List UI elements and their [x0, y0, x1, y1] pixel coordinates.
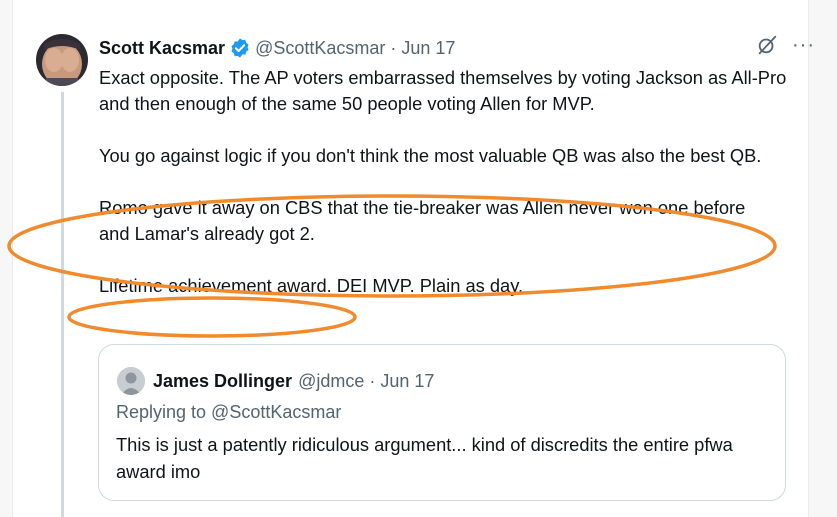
tweet-date[interactable]: Jun 17: [401, 38, 455, 59]
thread-line: [61, 92, 64, 517]
more-icon[interactable]: ···: [792, 35, 815, 55]
separator-dot: ·: [390, 37, 397, 58]
tweet-actions: ···: [756, 34, 815, 56]
quoted-date[interactable]: Jun 17: [380, 371, 434, 392]
author-name[interactable]: Scott Kacsmar: [99, 38, 225, 59]
tweet-paragraph-2: You go against logic if you don't think …: [99, 145, 762, 166]
quoted-avatar[interactable]: [117, 367, 145, 395]
tweet-body: Exact opposite. The AP voters embarrasse…: [99, 65, 789, 299]
quoted-handle[interactable]: @jdmce: [298, 371, 364, 392]
verified-badge-icon: [231, 38, 249, 58]
tweet-header: Scott Kacsmar @ScottKacsmar · Jun 17: [99, 36, 455, 60]
quoted-tweet[interactable]: James Dollinger @jdmce · Jun 17 Replying…: [98, 344, 786, 501]
avatar[interactable]: [36, 34, 88, 86]
replying-to[interactable]: Replying to @ScottKacsmar: [116, 402, 341, 423]
quoted-header: James Dollinger @jdmce · Jun 17: [153, 367, 434, 395]
tweet-paragraph-1: Exact opposite. The AP voters embarrasse…: [99, 67, 787, 114]
quoted-author-name[interactable]: James Dollinger: [153, 371, 292, 392]
quoted-separator-dot: ·: [369, 370, 376, 391]
grok-icon[interactable]: [756, 34, 778, 56]
tweet-paragraph-4: Lifetime achievement award. DEI MVP. Pla…: [99, 275, 524, 296]
tweet-paragraph-3: Romo gave it away on CBS that the tie-br…: [99, 197, 746, 244]
quoted-text: This is just a patently ridiculous argum…: [116, 434, 733, 482]
author-handle[interactable]: @ScottKacsmar: [255, 38, 385, 59]
